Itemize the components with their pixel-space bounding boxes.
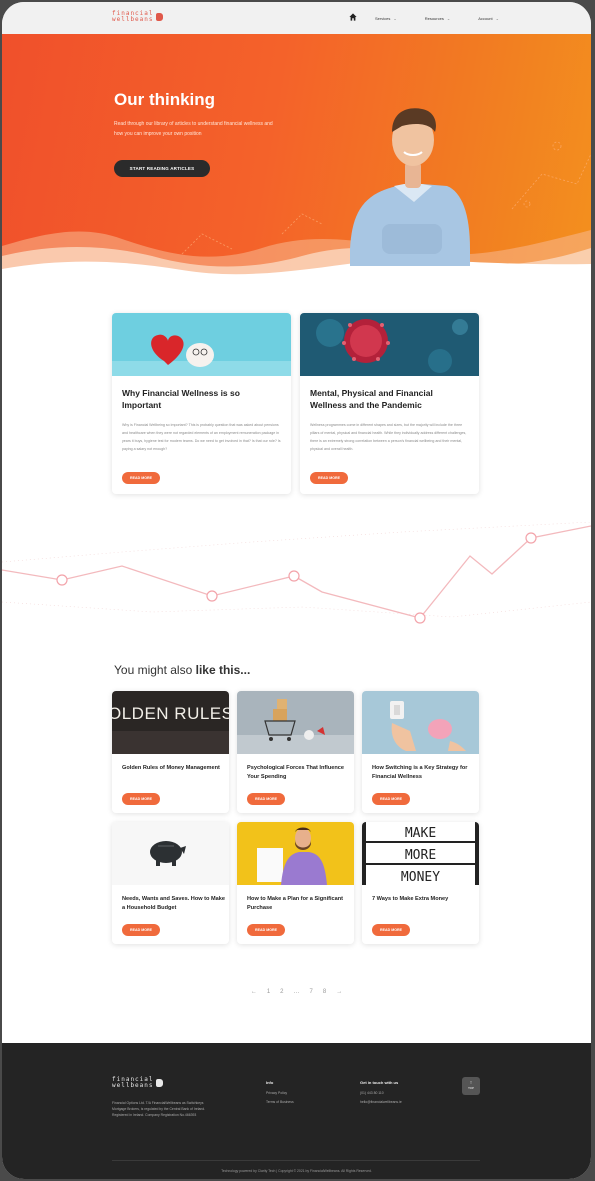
related-card[interactable]: Needs, Wants and Saves. How to Make a Ho… bbox=[112, 822, 229, 944]
card-image-make-more-money: MAKE MORE MONEY bbox=[362, 822, 479, 885]
nav-resources-label: Resources bbox=[424, 15, 444, 21]
card-title[interactable]: How Switching is a Key Strategy for Fina… bbox=[372, 764, 472, 782]
featured-card[interactable]: Why Financial Wellness is so Important W… bbox=[112, 313, 291, 494]
footer-contact-title: Get in touch with us bbox=[360, 1080, 399, 1085]
page-link[interactable]: 8 bbox=[323, 989, 326, 995]
card-image-shopping-cart bbox=[237, 691, 354, 754]
piggy-bank-icon bbox=[155, 13, 163, 21]
hero-decoration bbox=[2, 108, 591, 279]
related-card[interactable]: MAKE MORE MONEY 7 Ways to Make Extra Mon… bbox=[362, 822, 479, 944]
next-page-arrow-icon[interactable]: → bbox=[336, 989, 342, 995]
card-image-man-with-board bbox=[237, 822, 354, 885]
related-card[interactable]: OLDEN RULES Golden Rules of Money Manage… bbox=[112, 691, 229, 813]
hero-subtitle: Read through our library of articles to … bbox=[114, 121, 273, 137]
nav-services[interactable]: Services ⌄ bbox=[375, 13, 397, 23]
sign-line-3: MONEY bbox=[401, 870, 440, 885]
hero-section: Our thinking Read through our library of… bbox=[2, 34, 591, 279]
nav-account[interactable]: Account ⌄ bbox=[478, 13, 499, 23]
read-more-button[interactable]: READ MORE bbox=[372, 793, 410, 805]
card-image-virus bbox=[300, 313, 479, 376]
terms-of-business-link[interactable]: Terms of Business bbox=[266, 1100, 294, 1104]
card-excerpt: Why is Financial Wellbeing so important?… bbox=[122, 423, 281, 451]
related-heading-bold: like this... bbox=[195, 663, 251, 677]
hero-title: Our thinking bbox=[114, 90, 216, 109]
start-reading-button[interactable]: START READING ARTICLES bbox=[114, 160, 210, 177]
pagination: ← 1 2 … 7 8 → bbox=[2, 989, 591, 995]
card-image-piggy-bank bbox=[112, 822, 229, 885]
site-logo[interactable]: financial wellbeans bbox=[112, 11, 163, 23]
read-more-button[interactable]: READ MORE bbox=[122, 793, 160, 805]
page-ellipsis: … bbox=[293, 989, 300, 995]
back-to-top-label: TOP bbox=[468, 1086, 474, 1090]
chevron-down-icon: ⌄ bbox=[393, 15, 397, 21]
page-link[interactable]: 1 bbox=[267, 989, 270, 995]
card-title[interactable]: Golden Rules of Money Management bbox=[122, 764, 222, 773]
footer-description: Financial Options Ltd. T/A FinancialWell… bbox=[112, 1101, 206, 1117]
sign-line-2: MORE bbox=[405, 848, 436, 863]
privacy-policy-link[interactable]: Privacy Policy bbox=[266, 1091, 287, 1095]
person-photo bbox=[350, 108, 470, 266]
read-more-button[interactable]: READ MORE bbox=[122, 472, 160, 484]
site-footer: financial wellbeans Financial Options Lt… bbox=[2, 1043, 591, 1179]
prev-page-arrow-icon[interactable]: ← bbox=[251, 989, 257, 995]
card-image-heart-piggy bbox=[112, 313, 291, 376]
page-link[interactable]: 7 bbox=[310, 989, 313, 995]
footer-divider bbox=[112, 1160, 480, 1161]
decorative-line-graph bbox=[2, 522, 591, 624]
chalkboard-text: OLDEN RULES bbox=[112, 704, 229, 723]
nav-account-label: Account bbox=[478, 15, 493, 21]
footer-logo-line-2: wellbeans bbox=[112, 1082, 154, 1089]
main-nav: Services ⌄ Resources ⌄ Account ⌄ bbox=[349, 13, 527, 23]
related-heading: You might also like this... bbox=[114, 663, 250, 677]
card-title[interactable]: 7 Ways to Make Extra Money bbox=[372, 895, 472, 904]
page-frame: financial wellbeans Services ⌄ Resources… bbox=[2, 2, 591, 1179]
card-title[interactable]: Psychological Forces That Influence Your… bbox=[247, 764, 347, 782]
page-link[interactable]: 2 bbox=[280, 989, 283, 995]
card-title[interactable]: How to Make a Plan for a Significant Pur… bbox=[247, 895, 347, 913]
read-more-button[interactable]: READ MORE bbox=[247, 924, 285, 936]
related-heading-plain: You might also bbox=[114, 663, 196, 677]
card-title[interactable]: Mental, Physical and Financial Wellness … bbox=[310, 387, 470, 411]
read-more-button[interactable]: READ MORE bbox=[372, 924, 410, 936]
sign-line-1: MAKE bbox=[405, 826, 436, 841]
logo-line-2: wellbeans bbox=[112, 16, 154, 23]
site-header: financial wellbeans Services ⌄ Resources… bbox=[2, 2, 591, 34]
email-link[interactable]: hello@financialwellbeans.ie bbox=[360, 1100, 402, 1104]
chevron-down-icon: ⌄ bbox=[495, 15, 499, 21]
card-image-chalkboard: OLDEN RULES bbox=[112, 691, 229, 754]
footer-info-title: Info bbox=[266, 1080, 274, 1085]
read-more-button[interactable]: READ MORE bbox=[247, 793, 285, 805]
card-title[interactable]: Why Financial Wellness is so Important bbox=[122, 387, 272, 411]
nav-services-label: Services bbox=[375, 15, 391, 21]
home-icon[interactable] bbox=[349, 13, 359, 23]
phone-link[interactable]: (01) 443 80 110 bbox=[360, 1091, 384, 1095]
footer-logo[interactable]: financial wellbeans bbox=[112, 1077, 163, 1089]
card-excerpt: Wellness programmes come in different sh… bbox=[310, 423, 467, 451]
footer-copyright: Technology powered by Clarity Tech | Cop… bbox=[221, 1169, 372, 1173]
related-card[interactable]: How Switching is a Key Strategy for Fina… bbox=[362, 691, 479, 813]
related-card[interactable]: Psychological Forces That Influence Your… bbox=[237, 691, 354, 813]
featured-card[interactable]: Mental, Physical and Financial Wellness … bbox=[300, 313, 479, 494]
chevron-down-icon: ⌄ bbox=[446, 15, 451, 21]
piggy-bank-icon bbox=[155, 1079, 163, 1087]
read-more-button[interactable]: READ MORE bbox=[310, 472, 348, 484]
back-to-top-button[interactable]: ↑ TOP bbox=[462, 1077, 480, 1095]
read-more-button[interactable]: READ MORE bbox=[122, 924, 160, 936]
card-image-switch-piggy bbox=[362, 691, 479, 754]
card-title[interactable]: Needs, Wants and Saves. How to Make a Ho… bbox=[122, 895, 226, 913]
nav-resources[interactable]: Resources ⌄ bbox=[425, 13, 450, 23]
related-card[interactable]: How to Make a Plan for a Significant Pur… bbox=[237, 822, 354, 944]
